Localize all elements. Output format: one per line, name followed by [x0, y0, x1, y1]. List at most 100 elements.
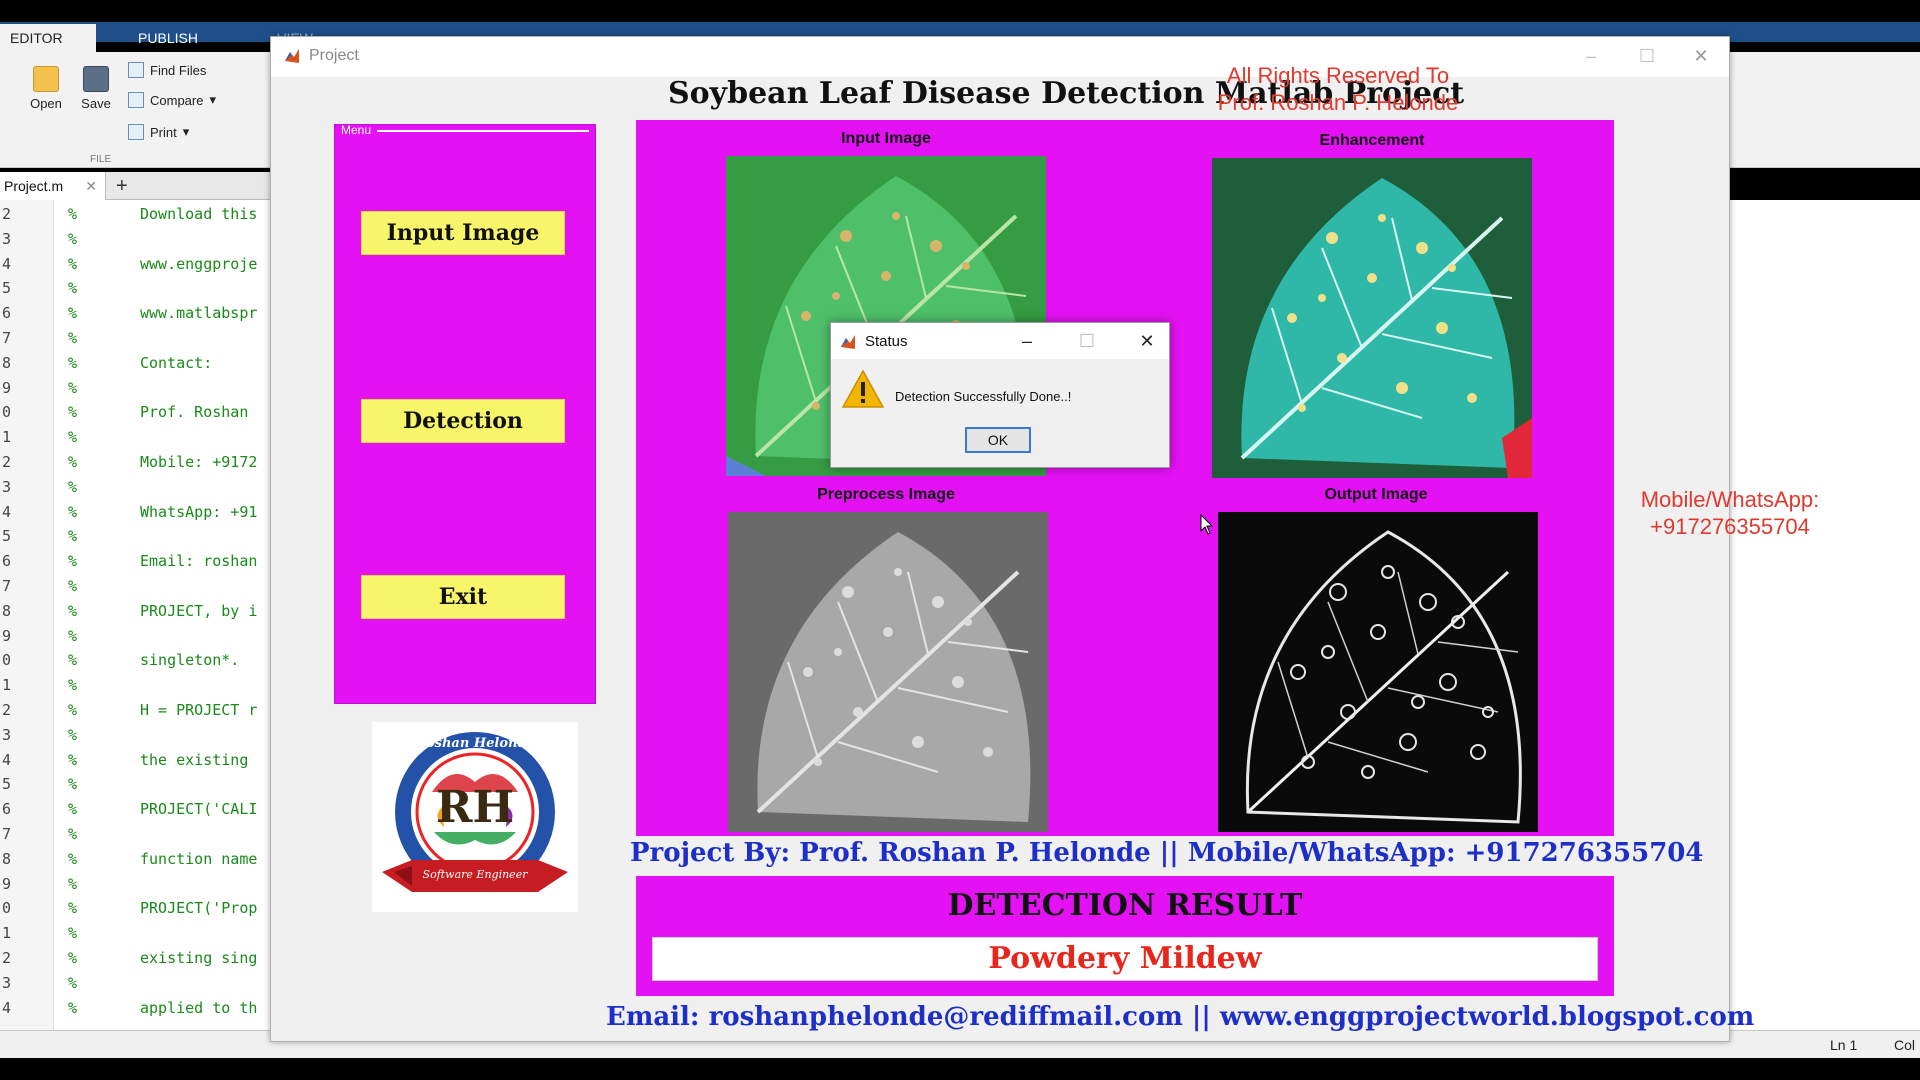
line-number: 2: [2, 949, 12, 967]
comment-marker: %: [68, 329, 78, 347]
code-line[interactable]: 3%: [0, 227, 280, 251]
code-line[interactable]: 3%: [0, 971, 280, 995]
editor-right-area: [1728, 200, 1920, 1030]
close-button[interactable]: ✕: [1681, 41, 1721, 71]
open-button[interactable]: Open: [28, 66, 64, 111]
code-line[interactable]: 0% singleton*.: [0, 648, 280, 672]
code-line[interactable]: 5%: [0, 772, 280, 796]
file-tab-project[interactable]: Project.m ✕: [0, 172, 106, 200]
line-number: 3: [2, 725, 12, 744]
editor-file-tabs: Project.m ✕ +: [0, 172, 270, 200]
mobile-line-2: +917276355704: [1650, 514, 1810, 539]
compare-button[interactable]: Compare ▾: [128, 92, 216, 108]
code-line[interactable]: 2% Download this: [0, 202, 280, 226]
line-number: 8: [2, 601, 12, 620]
code-line[interactable]: 6% PROJECT('CALI: [0, 797, 280, 821]
code-line[interactable]: 2% existing sing: [0, 946, 280, 970]
code-comment-text: WhatsApp: +91: [140, 502, 258, 521]
code-line[interactable]: 1%: [0, 425, 280, 449]
code-line[interactable]: 3%: [0, 723, 280, 747]
save-label: Save: [81, 96, 111, 111]
code-line[interactable]: 2% Mobile: +9172: [0, 450, 280, 474]
exit-button[interactable]: Exit: [361, 575, 565, 619]
maximize-button[interactable]: ☐: [1627, 41, 1667, 71]
line-number: 6: [2, 800, 12, 819]
line-number: 1: [2, 676, 12, 695]
code-comment-text: www.matlabspr: [140, 304, 258, 323]
close-icon[interactable]: ✕: [85, 172, 97, 200]
mobile-line-1: Mobile/WhatsApp:: [1640, 487, 1820, 512]
code-line[interactable]: 8% PROJECT, by i: [0, 599, 280, 623]
comment-marker: %: [68, 527, 78, 546]
chevron-down-icon: ▾: [209, 92, 216, 107]
add-tab-icon[interactable]: +: [116, 172, 128, 200]
line-number: 8: [2, 353, 12, 372]
code-line[interactable]: 1%: [0, 673, 280, 697]
menu-label: Menu: [341, 123, 372, 137]
chevron-down-icon: ▾: [182, 124, 190, 139]
line-number: 4: [2, 502, 12, 521]
code-line[interactable]: 4% www.enggproje: [0, 252, 280, 276]
edge-leaf-image: [1218, 512, 1538, 832]
comment-marker: %: [68, 403, 78, 422]
file-tab-label: Project.m: [4, 178, 64, 194]
menu-panel: Menu Input Image Detection Exit: [334, 123, 596, 704]
code-line[interactable]: 9%: [0, 872, 280, 896]
maximize-button[interactable]: ☐: [1069, 327, 1105, 355]
code-comment-text: Prof. Roshan: [140, 403, 249, 422]
comment-marker: %: [68, 453, 78, 471]
input-image-button[interactable]: Input Image: [361, 211, 565, 255]
close-button[interactable]: ✕: [1129, 327, 1165, 355]
result-value-field: Powdery Mildew: [652, 937, 1598, 981]
credits-line: Project By: Prof. Roshan P. Helonde || M…: [630, 838, 1704, 868]
code-line[interactable]: 5%: [0, 524, 280, 548]
code-line[interactable]: 4% applied to th: [0, 996, 280, 1020]
code-line[interactable]: 8% function name: [0, 847, 280, 871]
code-line[interactable]: 5%: [0, 276, 280, 300]
compare-icon: [128, 92, 144, 108]
code-line[interactable]: 7%: [0, 822, 280, 846]
code-line[interactable]: 3%: [0, 475, 280, 499]
code-line[interactable]: 8% Contact:: [0, 351, 280, 375]
screen: EDITOR PUBLISH VIEW Open Save Find Files…: [0, 0, 1920, 1080]
code-line[interactable]: 9%: [0, 376, 280, 400]
code-comment-text: Contact:: [140, 353, 213, 372]
save-button[interactable]: Save: [78, 66, 114, 111]
code-line[interactable]: 0% PROJECT('Prop: [0, 896, 280, 920]
code-line[interactable]: 2% H = PROJECT r: [0, 698, 280, 722]
find-files-label: Find Files: [150, 62, 207, 78]
code-comment-text: PROJECT('Prop: [140, 899, 258, 918]
code-line[interactable]: 4% WhatsApp: +91: [0, 500, 280, 524]
print-label: Print: [150, 124, 177, 140]
comment-marker: %: [68, 949, 78, 967]
find-files-button[interactable]: Find Files: [128, 62, 206, 78]
line-number: 5: [2, 279, 12, 298]
preprocess-image: [728, 512, 1048, 832]
line-number: 9: [2, 378, 12, 397]
code-line[interactable]: 7%: [0, 574, 280, 598]
code-editor[interactable]: 2% Download this 3% 4% www.enggproje 5% 6% www.…: [0, 200, 280, 1030]
minimize-button[interactable]: –: [1571, 41, 1611, 71]
code-line[interactable]: 6% www.matlabspr: [0, 301, 280, 325]
line-number: 4: [2, 750, 12, 769]
tab-editor[interactable]: EDITOR: [0, 24, 96, 52]
ok-button[interactable]: OK: [965, 427, 1031, 453]
code-line[interactable]: 0% Prof. Roshan: [0, 400, 280, 424]
code-line[interactable]: 1%: [0, 921, 280, 945]
print-button[interactable]: Print ▾: [128, 124, 189, 140]
minimize-button[interactable]: –: [1009, 327, 1045, 355]
comment-marker: %: [68, 502, 78, 521]
comment-marker: %: [68, 800, 78, 819]
code-comment-text: www.enggproje: [140, 254, 258, 273]
code-line[interactable]: 7%: [0, 326, 280, 350]
code-line[interactable]: 4% the existing: [0, 748, 280, 772]
code-comment-text: PROJECT, by i: [140, 601, 258, 620]
tab-publish[interactable]: PUBLISH: [104, 24, 232, 52]
enhanced-leaf-image: [1212, 158, 1532, 478]
comment-marker: %: [68, 577, 78, 595]
detection-button[interactable]: Detection: [361, 399, 565, 443]
comment-marker: %: [68, 378, 78, 397]
ribbon-group-label: FILE: [90, 154, 112, 165]
code-line[interactable]: 6% Email: roshan: [0, 549, 280, 573]
code-line[interactable]: 9%: [0, 624, 280, 648]
